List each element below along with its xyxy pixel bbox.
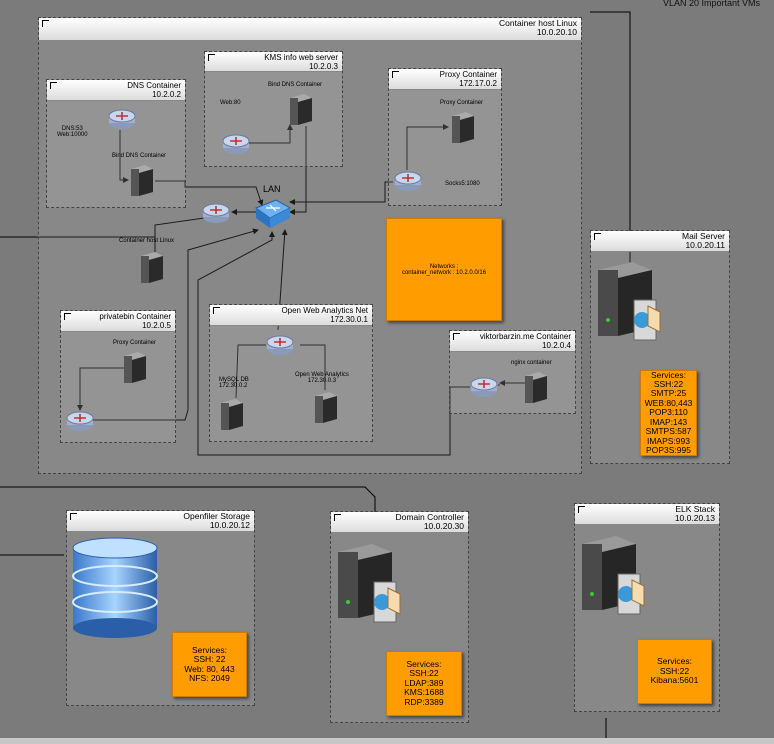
group-title: KMS info web server 10.2.0.3 [264, 53, 338, 71]
flag-icon [594, 233, 601, 240]
bind-dns-label: Bind DNS Container [112, 153, 167, 159]
elk-services: Services: SSH:22 Kibana:5601 [637, 639, 712, 704]
group-header: Open Web Analytics Net 172.30.0.1 [210, 305, 372, 326]
lan-label: LAN [263, 184, 281, 194]
kms-web-label: Web:80 [220, 100, 241, 106]
owa-server-label: Open Web Analytics 172.30.0.3 [295, 372, 349, 384]
flag-icon [64, 313, 71, 320]
group-header: DNS Container 10.2.0.2 [47, 80, 185, 101]
flag-icon [50, 82, 57, 89]
dns-ports-label: DNS:53 Web:10000 [57, 126, 88, 138]
router-icon[interactable] [470, 376, 498, 398]
database-icon[interactable] [70, 536, 160, 640]
container-host-label: Container host Linux [119, 238, 175, 244]
router-icon[interactable] [222, 133, 250, 155]
group-title: Domain Controller 10.0.20.30 [395, 512, 465, 531]
mail-services: Services: SSH:22 SMTP:25 WEB:80,443 POP3… [640, 370, 697, 456]
group-header: Proxy Container 172.17.0.2 [389, 69, 501, 90]
big-server-icon[interactable] [594, 260, 666, 350]
dc-services: Services: SSH:22 LDAP:389 KMS:1688 RDP:3… [386, 651, 462, 716]
big-server-icon[interactable] [578, 534, 650, 624]
server-icon[interactable] [128, 163, 155, 197]
flag-icon [42, 20, 49, 27]
group-viktorbarzin-container[interactable]: viktorbarzin.me Container 10.2.0.4 [449, 330, 576, 414]
group-title: viktorbarzin.me Container 10.2.0.4 [479, 332, 571, 350]
bottom-scrollbar[interactable] [0, 738, 774, 744]
group-title: DNS Container 10.2.0.2 [127, 81, 181, 99]
server-icon[interactable] [522, 370, 549, 404]
privatebin-proxy-label: Proxy Container [113, 340, 157, 346]
group-title: Openfiler Storage 10.0.20.12 [183, 511, 250, 530]
server-icon[interactable] [218, 397, 245, 431]
server-icon[interactable] [312, 390, 339, 424]
bind-dns-label: Bind DNS Container [268, 82, 323, 88]
server-icon[interactable] [138, 250, 165, 284]
group-header: Openfiler Storage 10.0.20.12 [67, 511, 254, 532]
group-header: Domain Controller 10.0.20.30 [331, 512, 468, 533]
group-header: viktorbarzin.me Container 10.2.0.4 [450, 331, 575, 352]
group-header: KMS info web server 10.2.0.3 [205, 52, 342, 72]
router-icon[interactable] [66, 410, 94, 432]
big-server-icon[interactable] [334, 542, 406, 632]
router-icon[interactable] [108, 108, 136, 130]
flag-icon [392, 71, 399, 78]
group-header: Container host Linux 10.0.20.10 [39, 18, 581, 41]
server-icon[interactable] [121, 350, 148, 384]
flag-icon [334, 514, 341, 521]
group-header: Mail Server 10.0.20.11 [591, 231, 729, 252]
flag-icon [70, 513, 77, 520]
diagram-canvas: VLAN 20 Important VMs Container host Lin… [0, 0, 774, 744]
socks-label: Socks5:1080 [445, 181, 480, 187]
proxy-inner-label: Proxy Container [440, 100, 484, 106]
network-note: Networks : container_network : 10.2.0.0/… [386, 218, 502, 321]
group-title: ELK Stack 10.0.20.13 [674, 504, 715, 523]
switch-icon[interactable] [252, 196, 292, 230]
router-icon[interactable] [202, 202, 230, 224]
flag-icon [208, 54, 215, 61]
server-icon[interactable] [449, 110, 476, 144]
group-dns-container[interactable]: DNS Container 10.2.0.2 [46, 79, 186, 208]
group-title: Mail Server 10.0.20.11 [682, 231, 725, 250]
group-title: privatebin Container 10.2.0.5 [99, 312, 171, 330]
router-icon[interactable] [394, 170, 422, 192]
flag-icon [578, 506, 585, 513]
group-header: privatebin Container 10.2.0.5 [61, 311, 175, 332]
server-icon[interactable] [287, 92, 314, 126]
group-header: ELK Stack 10.0.20.13 [575, 504, 719, 525]
vlan-title-bar: VLAN 20 Important VMs [0, 0, 774, 12]
nginx-label: nginx container [511, 360, 552, 366]
mysql-label: MySQL DB 172.30.0.2 [219, 377, 249, 389]
flag-icon [213, 307, 220, 314]
group-title: Container host Linux 10.0.20.10 [499, 18, 577, 37]
vlan-title: VLAN 20 Important VMs [662, 0, 760, 8]
flag-icon [453, 333, 460, 340]
openfiler-services: Services: SSH: 22 Web: 80, 443 NFS: 2049 [172, 632, 247, 697]
group-title: Proxy Container 172.17.0.2 [439, 70, 497, 88]
group-title: Open Web Analytics Net 172.30.0.1 [281, 306, 368, 324]
router-icon[interactable] [266, 334, 294, 356]
